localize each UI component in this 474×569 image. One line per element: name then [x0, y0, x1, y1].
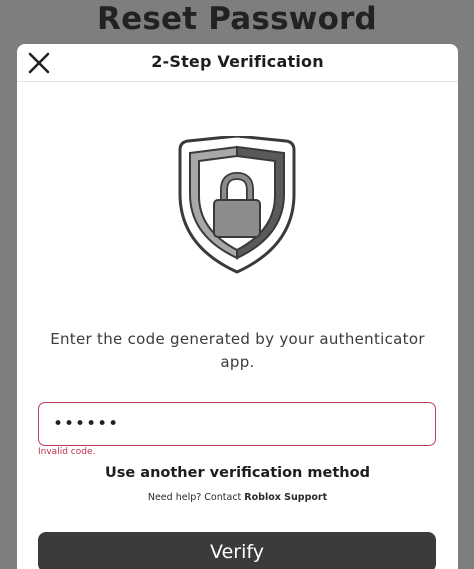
code-input[interactable]	[38, 402, 436, 446]
shield-lock-icon	[176, 134, 298, 274]
alt-method-link[interactable]: Use another verification method	[17, 465, 458, 481]
help-text: Need help? Contact Roblox Support	[17, 492, 458, 503]
instruction-text: Enter the code generated by your authent…	[50, 330, 425, 371]
verify-button[interactable]: Verify	[38, 532, 436, 569]
dialog-header: 2-Step Verification	[17, 44, 458, 82]
dialog-title: 2-Step Verification	[151, 52, 324, 71]
error-message: Invalid code.	[38, 447, 96, 457]
page-title: Reset Password	[97, 1, 377, 37]
support-link[interactable]: Roblox Support	[244, 492, 327, 503]
verification-dialog: 2-Step Verification Enter the code gener…	[17, 44, 458, 569]
help-prefix: Need help? Contact	[147, 492, 242, 503]
screen: Reset Password 2-Step Verification Enter…	[0, 0, 474, 569]
